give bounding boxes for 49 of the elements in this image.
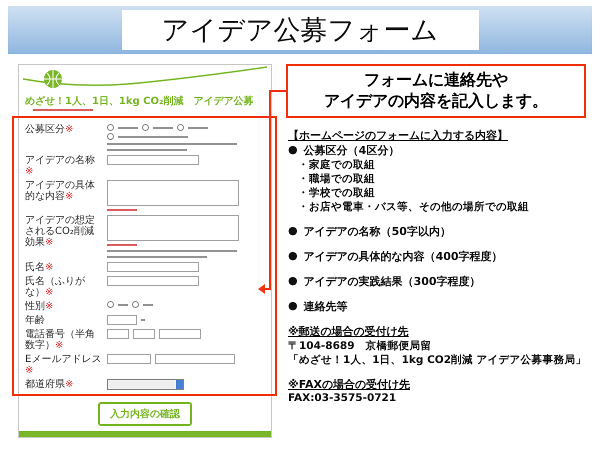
list-item: アイデアの実践結果（300字程度）: [304, 274, 481, 289]
field-label: 性別※: [25, 301, 54, 312]
bullet: ●: [288, 274, 298, 289]
field-label: アイデアの想定されるCO₂削減効果※: [25, 215, 96, 248]
input-field[interactable]: [107, 155, 199, 165]
input-field[interactable]: [107, 354, 151, 364]
address-text: FAX:03-3575-0721: [288, 392, 398, 404]
page-title: アイデア公募フォーム: [122, 10, 478, 50]
field-label: 公募区分※: [25, 124, 74, 135]
input-field[interactable]: [159, 329, 201, 339]
section-heading: ※FAXの場合の受付け先: [288, 376, 411, 392]
field-label: 電話番号（半角数字）※: [25, 329, 96, 351]
sub-item: ・職場での取組: [297, 172, 376, 186]
section-heading: 【ホームページのフォームに入力する内容】: [288, 128, 509, 143]
confirm-button[interactable]: 入力内容の確認: [98, 402, 192, 426]
dropdown[interactable]: [107, 379, 184, 390]
list-item: アイデアの具体的な内容（400字程度）: [304, 248, 503, 264]
bullet: ●: [288, 248, 298, 264]
input-field[interactable]: [107, 262, 199, 272]
input-field[interactable]: [107, 315, 137, 325]
bullet: ●: [288, 142, 298, 158]
input-field[interactable]: [133, 329, 155, 339]
section-heading: ※郵送の場合の受付け先: [288, 324, 410, 339]
input-field[interactable]: [107, 329, 129, 339]
sub-item: ・お店や電車・バス等、その他の場所での取組: [297, 200, 530, 214]
list-item: 公募区分（4区分）: [304, 142, 400, 158]
field-label: 年齢: [25, 315, 46, 326]
radio-group[interactable]: [107, 301, 153, 308]
field-label: 氏名（ふりがな）※: [25, 276, 86, 298]
field-label: 氏名※: [25, 262, 54, 273]
input-field[interactable]: [107, 276, 199, 286]
callout-text: アイデアの内容を記入します。: [323, 90, 549, 112]
sub-item: ・家庭での取組: [297, 158, 376, 172]
field-label: Eメールアドレス ※: [25, 354, 102, 376]
input-field[interactable]: [155, 354, 235, 364]
list-item: 連絡先等: [304, 298, 348, 314]
text-area[interactable]: [107, 180, 239, 206]
sub-item: ・学校での取組: [297, 186, 376, 200]
bullet: ●: [288, 224, 298, 239]
text-area[interactable]: [107, 215, 239, 241]
field-label: アイデアの名称 ※: [25, 155, 96, 177]
field-label: アイデアの具体的な内容※: [25, 180, 96, 202]
form-heading: めざせ！1人、1日、1kg CO₂削減 アイデア公募: [24, 94, 254, 108]
bullet: ●: [288, 298, 298, 314]
field-label: 都道府県※: [25, 379, 74, 390]
list-item: アイデアの名称（50字以内）: [304, 224, 451, 239]
callout-text: フォームに連絡先や: [363, 70, 509, 91]
address-text: 〒104-8689 京橋郵便局留: [288, 338, 432, 353]
address-text: 「めざせ！1人、1日、1kg CO2削減 アイデア公募事務局」: [288, 352, 588, 367]
